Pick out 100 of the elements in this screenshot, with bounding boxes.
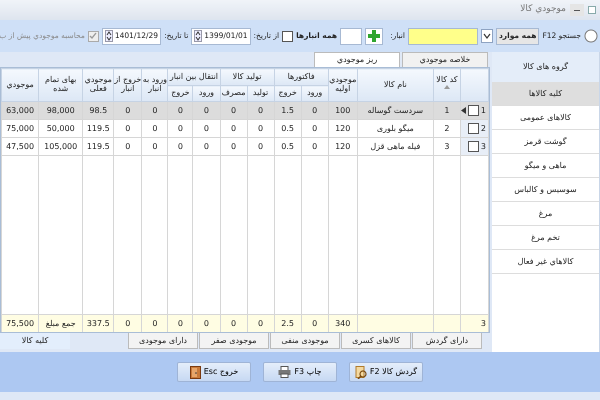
tab[interactable]: دارای گردش — [412, 333, 482, 349]
column-header[interactable]: موجودي اوليه — [328, 68, 358, 102]
table-cell: فیله ماهی قزل — [370, 142, 420, 150]
table-cell: 98,000 — [46, 106, 75, 114]
table-cell: 47,500 — [6, 142, 34, 150]
checkbox[interactable] — [468, 105, 479, 116]
row-count: 3 — [480, 318, 486, 328]
group-item[interactable]: کلیه کالاها — [492, 82, 599, 106]
table-cell: 75,000 — [6, 124, 34, 132]
table-cell: 0 — [230, 106, 236, 114]
table-cell: 0 — [152, 142, 158, 150]
add-button[interactable] — [365, 28, 384, 44]
column-header[interactable]: انتقال بین انبار — [168, 68, 220, 86]
tab[interactable]: دارای موجودی — [128, 333, 198, 349]
table-cell: 0 — [258, 106, 264, 114]
total-cell: 340 — [335, 318, 350, 328]
plus-icon — [368, 30, 380, 42]
table-cell: 0 — [178, 124, 183, 132]
total-cell: 337.5 — [86, 318, 110, 328]
minimize-button[interactable] — [570, 4, 584, 16]
column-header[interactable]: تولید — [247, 86, 274, 102]
table-cell: 0 — [178, 142, 183, 150]
total-cell: 0 — [204, 318, 210, 328]
spinner-icon — [104, 30, 113, 42]
table-cell: 0.5 — [281, 124, 294, 132]
total-cell: 0 — [312, 318, 318, 328]
table-cell: 0 — [258, 124, 264, 132]
tab[interactable]: کالاهای کسری — [341, 333, 411, 349]
total-cell: 0 — [258, 318, 264, 328]
table-cell: 0 — [230, 124, 236, 132]
table-cell: 1 — [444, 106, 450, 114]
total-cell: 75,500 — [6, 318, 34, 328]
tab[interactable]: کلیه کالا — [0, 333, 70, 349]
sidebar-title: گروه های کالا — [492, 52, 599, 82]
table-cell: 100 — [335, 106, 350, 114]
table-cell: 0 — [125, 142, 130, 150]
row-number: 3 — [480, 140, 486, 152]
table-cell: میگو بلوری — [376, 124, 414, 132]
table-cell: 0 — [204, 106, 210, 114]
table-cell: 63,000 — [6, 106, 34, 114]
column-header[interactable]: فاکتورها — [274, 68, 328, 86]
column-header[interactable]: خروج از انبار — [114, 68, 142, 102]
table-cell: 0 — [258, 142, 264, 150]
table-cell: 119.5 — [86, 142, 110, 150]
table-cell: 120 — [335, 142, 350, 150]
column-header[interactable]: کد کالا — [433, 68, 460, 102]
table-cell: 50,000 — [46, 124, 75, 132]
column-header[interactable]: تولید کالا — [220, 68, 274, 86]
table-cell: 0 — [125, 124, 130, 132]
column-header[interactable]: بهای تمام شده — [38, 68, 83, 102]
total-cell: 0 — [152, 318, 158, 328]
total-cell: جمع مبلغ — [46, 318, 76, 328]
table-cell: 0 — [230, 142, 236, 150]
tick-icon — [89, 32, 98, 40]
table-cell: 2 — [444, 124, 450, 132]
table-cell: 0 — [312, 124, 318, 132]
table-cell: 120 — [335, 124, 350, 132]
column-header[interactable]: خروج — [168, 86, 193, 102]
door-icon — [190, 366, 201, 378]
table-cell: 0 — [312, 142, 318, 150]
table-cell: 105,000 — [44, 142, 78, 150]
table-cell: 0 — [152, 106, 158, 114]
document-search-icon — [354, 366, 367, 378]
checkbox[interactable] — [468, 141, 479, 152]
window-icon — [588, 6, 596, 14]
column-header[interactable]: ورود به انبار — [142, 68, 168, 102]
table-cell: سردست گوساله — [368, 106, 424, 114]
button[interactable]: خروج Esc — [177, 362, 251, 382]
table-cell: 0 — [152, 124, 158, 132]
table-cell: 0 — [312, 106, 318, 114]
table-cell: 0 — [204, 124, 210, 132]
row-number: 1 — [480, 104, 486, 116]
total-cell: 2.5 — [281, 318, 294, 328]
tab[interactable]: خلاصه موجودي — [402, 52, 488, 67]
search-field[interactable] — [408, 28, 478, 44]
total-cell: 0 — [178, 318, 183, 328]
column-header[interactable]: نام کالا — [357, 68, 434, 102]
column-header[interactable]: مصرف — [220, 86, 248, 102]
column-header[interactable]: موجودي فعلی — [82, 68, 114, 102]
column-header[interactable]: ورود — [301, 86, 328, 102]
total-cell: 0 — [125, 318, 130, 328]
warehouse-field[interactable] — [340, 28, 362, 44]
radio-icon — [584, 29, 598, 43]
table-cell: 0.5 — [281, 142, 294, 150]
tab[interactable]: موجودی صفر — [199, 333, 269, 349]
window-title: موجودي کالا — [520, 3, 566, 16]
table-cell: 3 — [444, 142, 450, 150]
button[interactable]: گردش کالا F2 — [349, 362, 423, 382]
checkbox[interactable] — [282, 30, 294, 42]
column-header[interactable]: موجودي — [2, 68, 39, 102]
printer-icon — [278, 366, 292, 378]
table-cell: 119.5 — [86, 124, 110, 132]
total-cell: 0 — [230, 318, 236, 328]
spinner-icon — [194, 30, 202, 42]
tab[interactable]: موجودی منفی — [270, 333, 340, 349]
column-header[interactable]: ورود — [192, 86, 220, 102]
tab[interactable]: ريز موجودي — [314, 52, 400, 67]
checkbox[interactable] — [468, 123, 479, 134]
column-header[interactable]: خروج — [274, 86, 302, 102]
button[interactable]: چاپ F3 — [263, 362, 337, 382]
